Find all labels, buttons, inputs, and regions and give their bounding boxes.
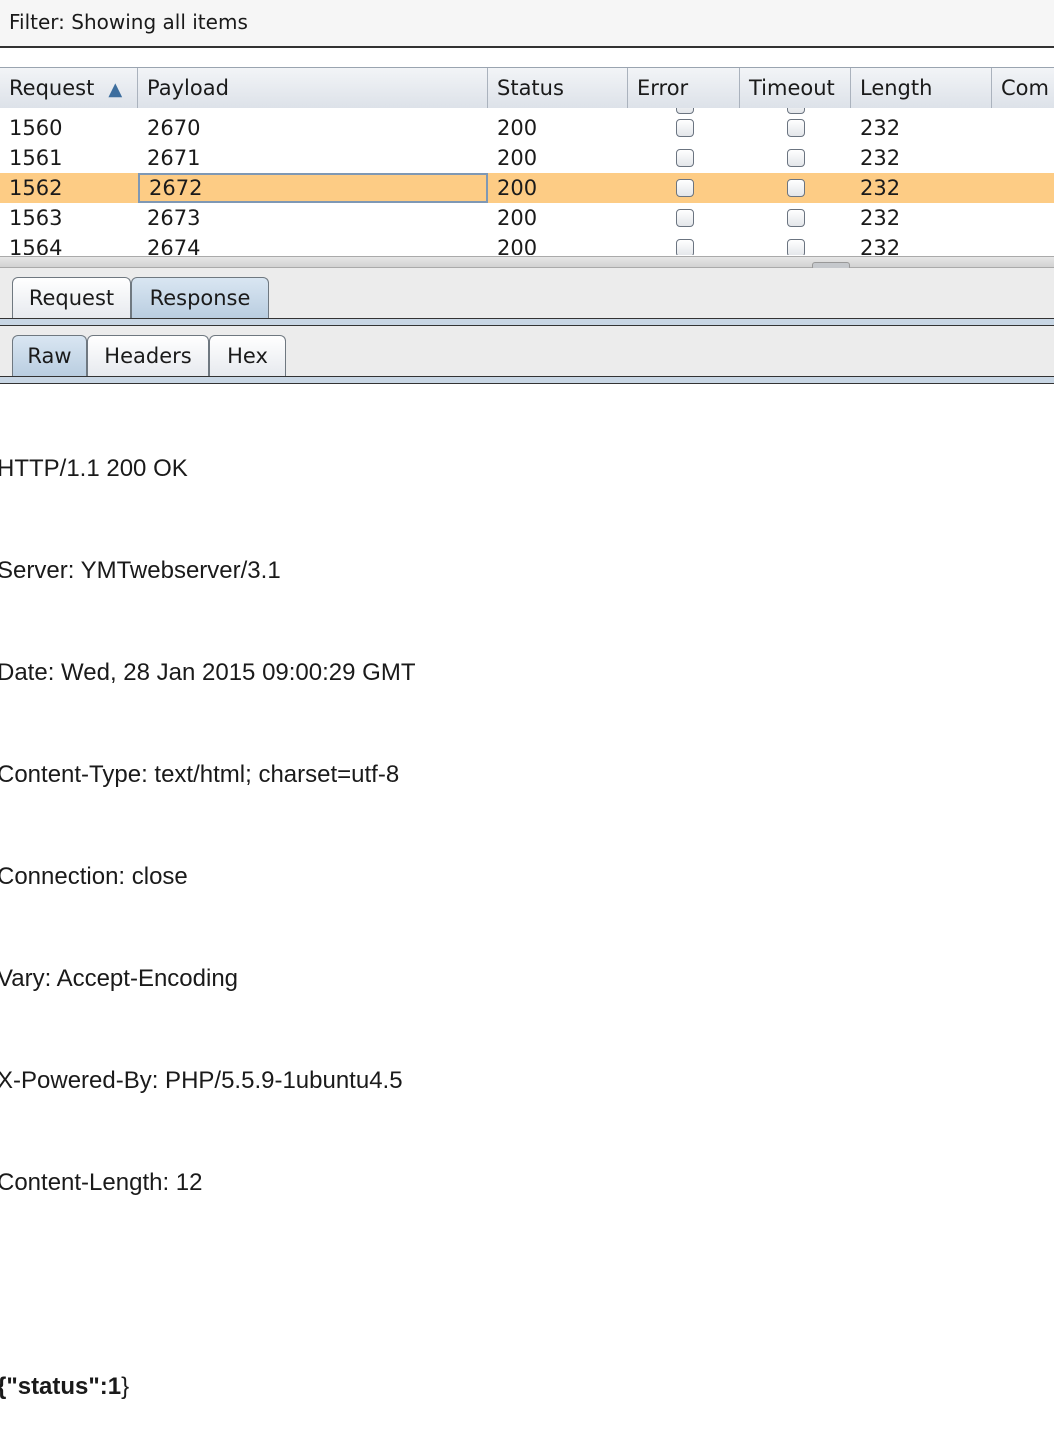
cell-length: 232 <box>860 176 901 200</box>
response-json-body: {"status":1} <box>0 1370 1051 1404</box>
response-raw-view[interactable]: HTTP/1.1 200 OK Server: YMTwebserver/3.1… <box>0 384 1051 1438</box>
column-header-payload[interactable]: Payload <box>138 68 488 108</box>
filter-label[interactable]: Filter: Showing all items <box>9 10 248 34</box>
cell-request: 1563 <box>9 206 63 230</box>
response-header-line: Server: YMTwebserver/3.1 <box>0 557 281 584</box>
pane-splitter[interactable] <box>0 256 1054 268</box>
error-checkbox[interactable] <box>676 209 694 227</box>
response-header-line: Date: Wed, 28 Jan 2015 09:00:29 GMT <box>0 659 416 686</box>
sort-ascending-icon: ▲ <box>108 79 123 100</box>
cell-payload: 2670 <box>147 116 201 140</box>
cell-status: 200 <box>497 116 538 140</box>
cell-request: 1560 <box>9 116 63 140</box>
response-header-line: Content-Type: text/html; charset=utf-8 <box>0 761 400 788</box>
response-header-line: Vary: Accept-Encoding <box>0 965 239 992</box>
cell-payload: 2671 <box>147 146 201 170</box>
timeout-checkbox[interactable] <box>787 149 805 167</box>
timeout-checkbox[interactable] <box>787 239 805 255</box>
results-table-header: Request ▲ Payload Status Error Timeout Le… <box>0 67 1054 109</box>
cell-payload: 2674 <box>147 236 201 255</box>
filter-bar[interactable]: Filter: Showing all items <box>0 0 1054 48</box>
response-header-line: Connection: close <box>0 863 188 890</box>
cell-status: 200 <box>497 236 538 255</box>
column-header-length[interactable]: Length <box>851 68 992 108</box>
response-header-line: Content-Length: 12 <box>0 1169 203 1196</box>
cell-request: 1564 <box>9 236 63 255</box>
cell-length: 232 <box>860 116 901 140</box>
json-body-bold: {"status":1 <box>0 1373 122 1400</box>
table-row[interactable]: 1562 2672 200 232 <box>0 173 1054 203</box>
cell-request: 1561 <box>9 146 63 170</box>
error-checkbox[interactable] <box>676 239 694 255</box>
error-checkbox[interactable] <box>676 119 694 137</box>
cell-length: 232 <box>860 236 901 255</box>
error-checkbox[interactable] <box>676 179 694 197</box>
results-table: 1560 2670 200 232 1561 2671 200 232 1562 2672 200 2… <box>0 108 1054 255</box>
tab-raw[interactable]: Raw <box>12 335 87 377</box>
table-row[interactable]: 1560 2670 200 232 <box>0 113 1054 143</box>
column-header-comment[interactable]: Com <box>992 68 1054 108</box>
table-row[interactable]: 1561 2671 200 232 <box>0 143 1054 173</box>
table-row[interactable]: 1564 2674 200 232 <box>0 233 1054 255</box>
column-header-status[interactable]: Status <box>488 68 628 108</box>
cell-request: 1562 <box>9 176 63 200</box>
cell-status: 200 <box>497 146 538 170</box>
cell-payload: 2673 <box>147 206 201 230</box>
cell-length: 232 <box>860 146 901 170</box>
error-checkbox[interactable] <box>676 149 694 167</box>
cell-status: 200 <box>497 176 538 200</box>
view-tabstrip-divider <box>0 376 1054 384</box>
table-row[interactable]: 1563 2673 200 232 <box>0 203 1054 233</box>
tabstrip-divider <box>0 318 1054 326</box>
cell-payload: 2672 <box>138 173 488 203</box>
response-status-line: HTTP/1.1 200 OK <box>0 455 188 482</box>
tab-hex[interactable]: Hex <box>209 335 286 377</box>
timeout-checkbox[interactable] <box>787 119 805 137</box>
tab-headers[interactable]: Headers <box>87 335 209 377</box>
response-header-line: X-Powered-By: PHP/5.5.9-1ubuntu4.5 <box>0 1067 403 1094</box>
column-header-request[interactable]: Request ▲ <box>0 68 138 108</box>
timeout-checkbox[interactable] <box>787 209 805 227</box>
column-header-timeout[interactable]: Timeout <box>740 68 851 108</box>
cell-length: 232 <box>860 206 901 230</box>
json-body-end: } <box>121 1373 130 1400</box>
timeout-checkbox[interactable] <box>787 179 805 197</box>
tab-response[interactable]: Response <box>131 277 269 319</box>
column-label-request: Request <box>9 76 95 100</box>
cell-status: 200 <box>497 206 538 230</box>
tab-request[interactable]: Request <box>12 277 131 319</box>
column-header-error[interactable]: Error <box>628 68 740 108</box>
